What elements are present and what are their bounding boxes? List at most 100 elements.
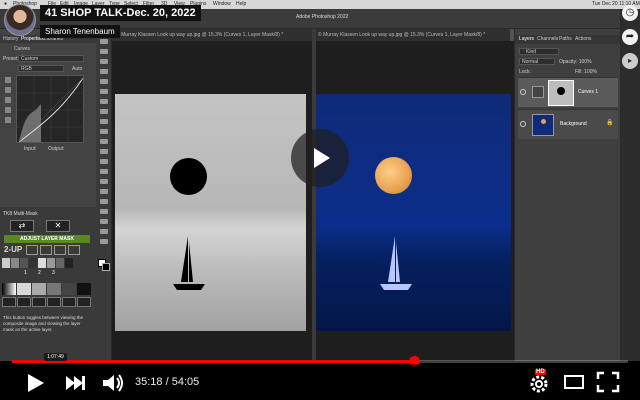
hand-tool-icon[interactable]	[100, 229, 108, 234]
properties-title: Curves	[14, 46, 30, 52]
gradient-swatch-6[interactable]	[77, 283, 91, 295]
num-1[interactable]: 1	[24, 270, 27, 276]
next-icon[interactable]	[64, 374, 86, 392]
stamp-tool-icon[interactable]	[100, 129, 108, 134]
eyedropper-icon[interactable]	[5, 77, 11, 83]
preset-select[interactable]: Custom	[18, 55, 84, 62]
gradient-swatch-3[interactable]	[32, 283, 46, 295]
view-split-icon[interactable]	[26, 245, 38, 255]
brush-icon-6[interactable]	[47, 258, 55, 268]
eraser-tool-icon[interactable]	[100, 149, 108, 154]
swap-button[interactable]: ⇄	[10, 220, 34, 232]
curve-tools	[3, 75, 13, 145]
path-select-tool-icon[interactable]	[100, 209, 108, 214]
brush-tool-icon[interactable]	[100, 119, 108, 124]
center-play-button[interactable]	[291, 129, 349, 187]
blur-tool-icon[interactable]	[100, 169, 108, 174]
background-color-swatch[interactable]	[102, 263, 110, 271]
sailboat-silhouette-right	[380, 236, 412, 290]
fill-field[interactable]: Fill: 100%	[575, 69, 597, 75]
theater-icon[interactable]	[563, 372, 585, 392]
num-2[interactable]: 2	[38, 270, 41, 276]
pencil-icon[interactable]	[5, 117, 11, 123]
visibility-eye-icon[interactable]	[520, 121, 526, 127]
share-icon[interactable]: ➦	[622, 29, 638, 45]
history-brush-tool-icon[interactable]	[100, 139, 108, 144]
visibility-eye-icon[interactable]	[520, 89, 526, 95]
twoup-label[interactable]: 2-UP	[4, 245, 22, 254]
view-grid-icon[interactable]	[54, 245, 66, 255]
brush-icon-7[interactable]	[56, 258, 64, 268]
tab-actions[interactable]: Actions	[575, 36, 591, 42]
tab-layers[interactable]: Layers	[519, 36, 534, 42]
eyedropper-gray-icon[interactable]	[5, 87, 11, 93]
opacity-field[interactable]: Opacity: 100%	[559, 59, 592, 65]
fill-icon[interactable]	[77, 297, 91, 307]
close-mask-button[interactable]: ✕	[46, 220, 70, 232]
volume-icon[interactable]	[101, 372, 125, 394]
menu-help[interactable]: Help	[236, 0, 246, 9]
tab-paths[interactable]: Paths	[559, 36, 572, 42]
layer-row-curves[interactable]: Curves 1	[518, 77, 618, 107]
layer-name-background[interactable]: Background	[560, 121, 587, 127]
brush-soft-icon[interactable]	[17, 297, 31, 307]
type-tool-icon[interactable]	[100, 199, 108, 204]
adjust-layer-mask-bar[interactable]: ADJUST LAYER MASK	[4, 235, 90, 243]
progress-bar[interactable]	[12, 356, 628, 367]
tab-channels[interactable]: Channels	[537, 36, 558, 42]
crop-tool-icon[interactable]	[100, 79, 108, 84]
brush-icon-3[interactable]	[20, 258, 28, 268]
auto-button[interactable]: Auto	[72, 66, 82, 72]
dodge-tool-icon[interactable]	[100, 179, 108, 184]
eyedropper-white-icon[interactable]	[5, 97, 11, 103]
move-tool-icon[interactable]	[100, 39, 108, 44]
pen-tool-icon[interactable]	[100, 189, 108, 194]
heal-tool-icon[interactable]	[100, 109, 108, 114]
layer-row-background[interactable]: Background 🔒	[518, 109, 618, 139]
brush-icon-5[interactable]	[38, 258, 46, 268]
gradient-swatch-1[interactable]	[2, 283, 16, 295]
brush-icon-2[interactable]	[11, 258, 19, 268]
shape-tool-icon[interactable]	[100, 219, 108, 224]
fullscreen-icon[interactable]	[596, 371, 620, 393]
view-mask-icon[interactable]	[40, 245, 52, 255]
curves-graph[interactable]	[16, 75, 85, 144]
num-3[interactable]: 3	[52, 270, 55, 276]
menu-window[interactable]: Window	[213, 0, 231, 9]
hover-time-tooltip: 1:07:49	[44, 353, 67, 361]
layer-mask-thumbnail[interactable]	[548, 80, 574, 106]
channel-select[interactable]: RGB	[18, 65, 64, 72]
doc-tab-right[interactable]: © Murray Klassen Look up way up.jpg @ 15…	[318, 29, 485, 41]
gradient-swatch-2[interactable]	[17, 283, 31, 295]
help-text: This button toggles between viewing the …	[3, 315, 84, 332]
eyedropper-tool-icon[interactable]	[100, 99, 108, 104]
zoom-tool-icon[interactable]	[100, 239, 108, 244]
clock-icon[interactable]: ◷	[622, 5, 638, 21]
pen-icon[interactable]	[32, 297, 46, 307]
channel-avatar[interactable]	[4, 4, 36, 36]
play-icon[interactable]	[24, 372, 46, 394]
lasso-tool-icon[interactable]	[100, 59, 108, 64]
smudge-icon[interactable]	[47, 297, 61, 307]
gradient-swatch-5[interactable]	[62, 283, 76, 295]
gradient-tool-icon[interactable]	[100, 159, 108, 164]
gradient-swatch-4[interactable]	[47, 283, 61, 295]
video-title[interactable]: 41 SHOP TALK-Dec. 20, 2022	[40, 5, 201, 21]
frame-tool-icon[interactable]	[100, 89, 108, 94]
brush-icon-1[interactable]	[2, 258, 10, 268]
blend-mode-select[interactable]: Normal	[519, 58, 555, 65]
mask-view-image[interactable]	[115, 94, 306, 331]
more-icon[interactable]: ▸	[622, 53, 638, 69]
eraser-icon[interactable]	[62, 297, 76, 307]
kind-filter[interactable]: Kind	[519, 48, 559, 55]
brush-round-icon[interactable]	[2, 297, 16, 307]
curve-point-icon[interactable]	[5, 107, 11, 113]
brush-icon-8[interactable]	[65, 258, 73, 268]
brush-icon-4[interactable]	[29, 258, 37, 268]
marquee-tool-icon[interactable]	[100, 49, 108, 54]
channel-name[interactable]: Sharon Tenenbaum	[40, 25, 120, 38]
layer-name-curves[interactable]: Curves 1	[578, 89, 598, 95]
quick-select-tool-icon[interactable]	[100, 69, 108, 74]
composite-view-image[interactable]	[316, 94, 511, 331]
view-overlay-icon[interactable]	[68, 245, 80, 255]
